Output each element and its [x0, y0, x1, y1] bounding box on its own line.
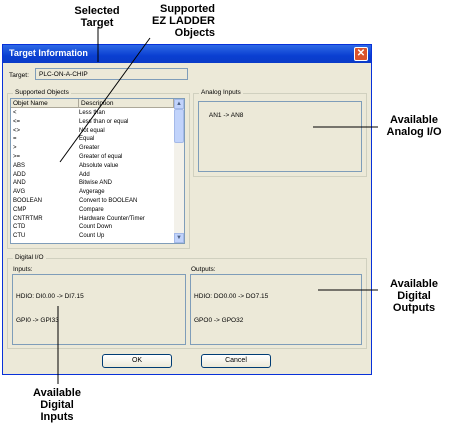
- pointer-supported-objects: [59, 37, 151, 163]
- callout-pointers: [57, 27, 378, 384]
